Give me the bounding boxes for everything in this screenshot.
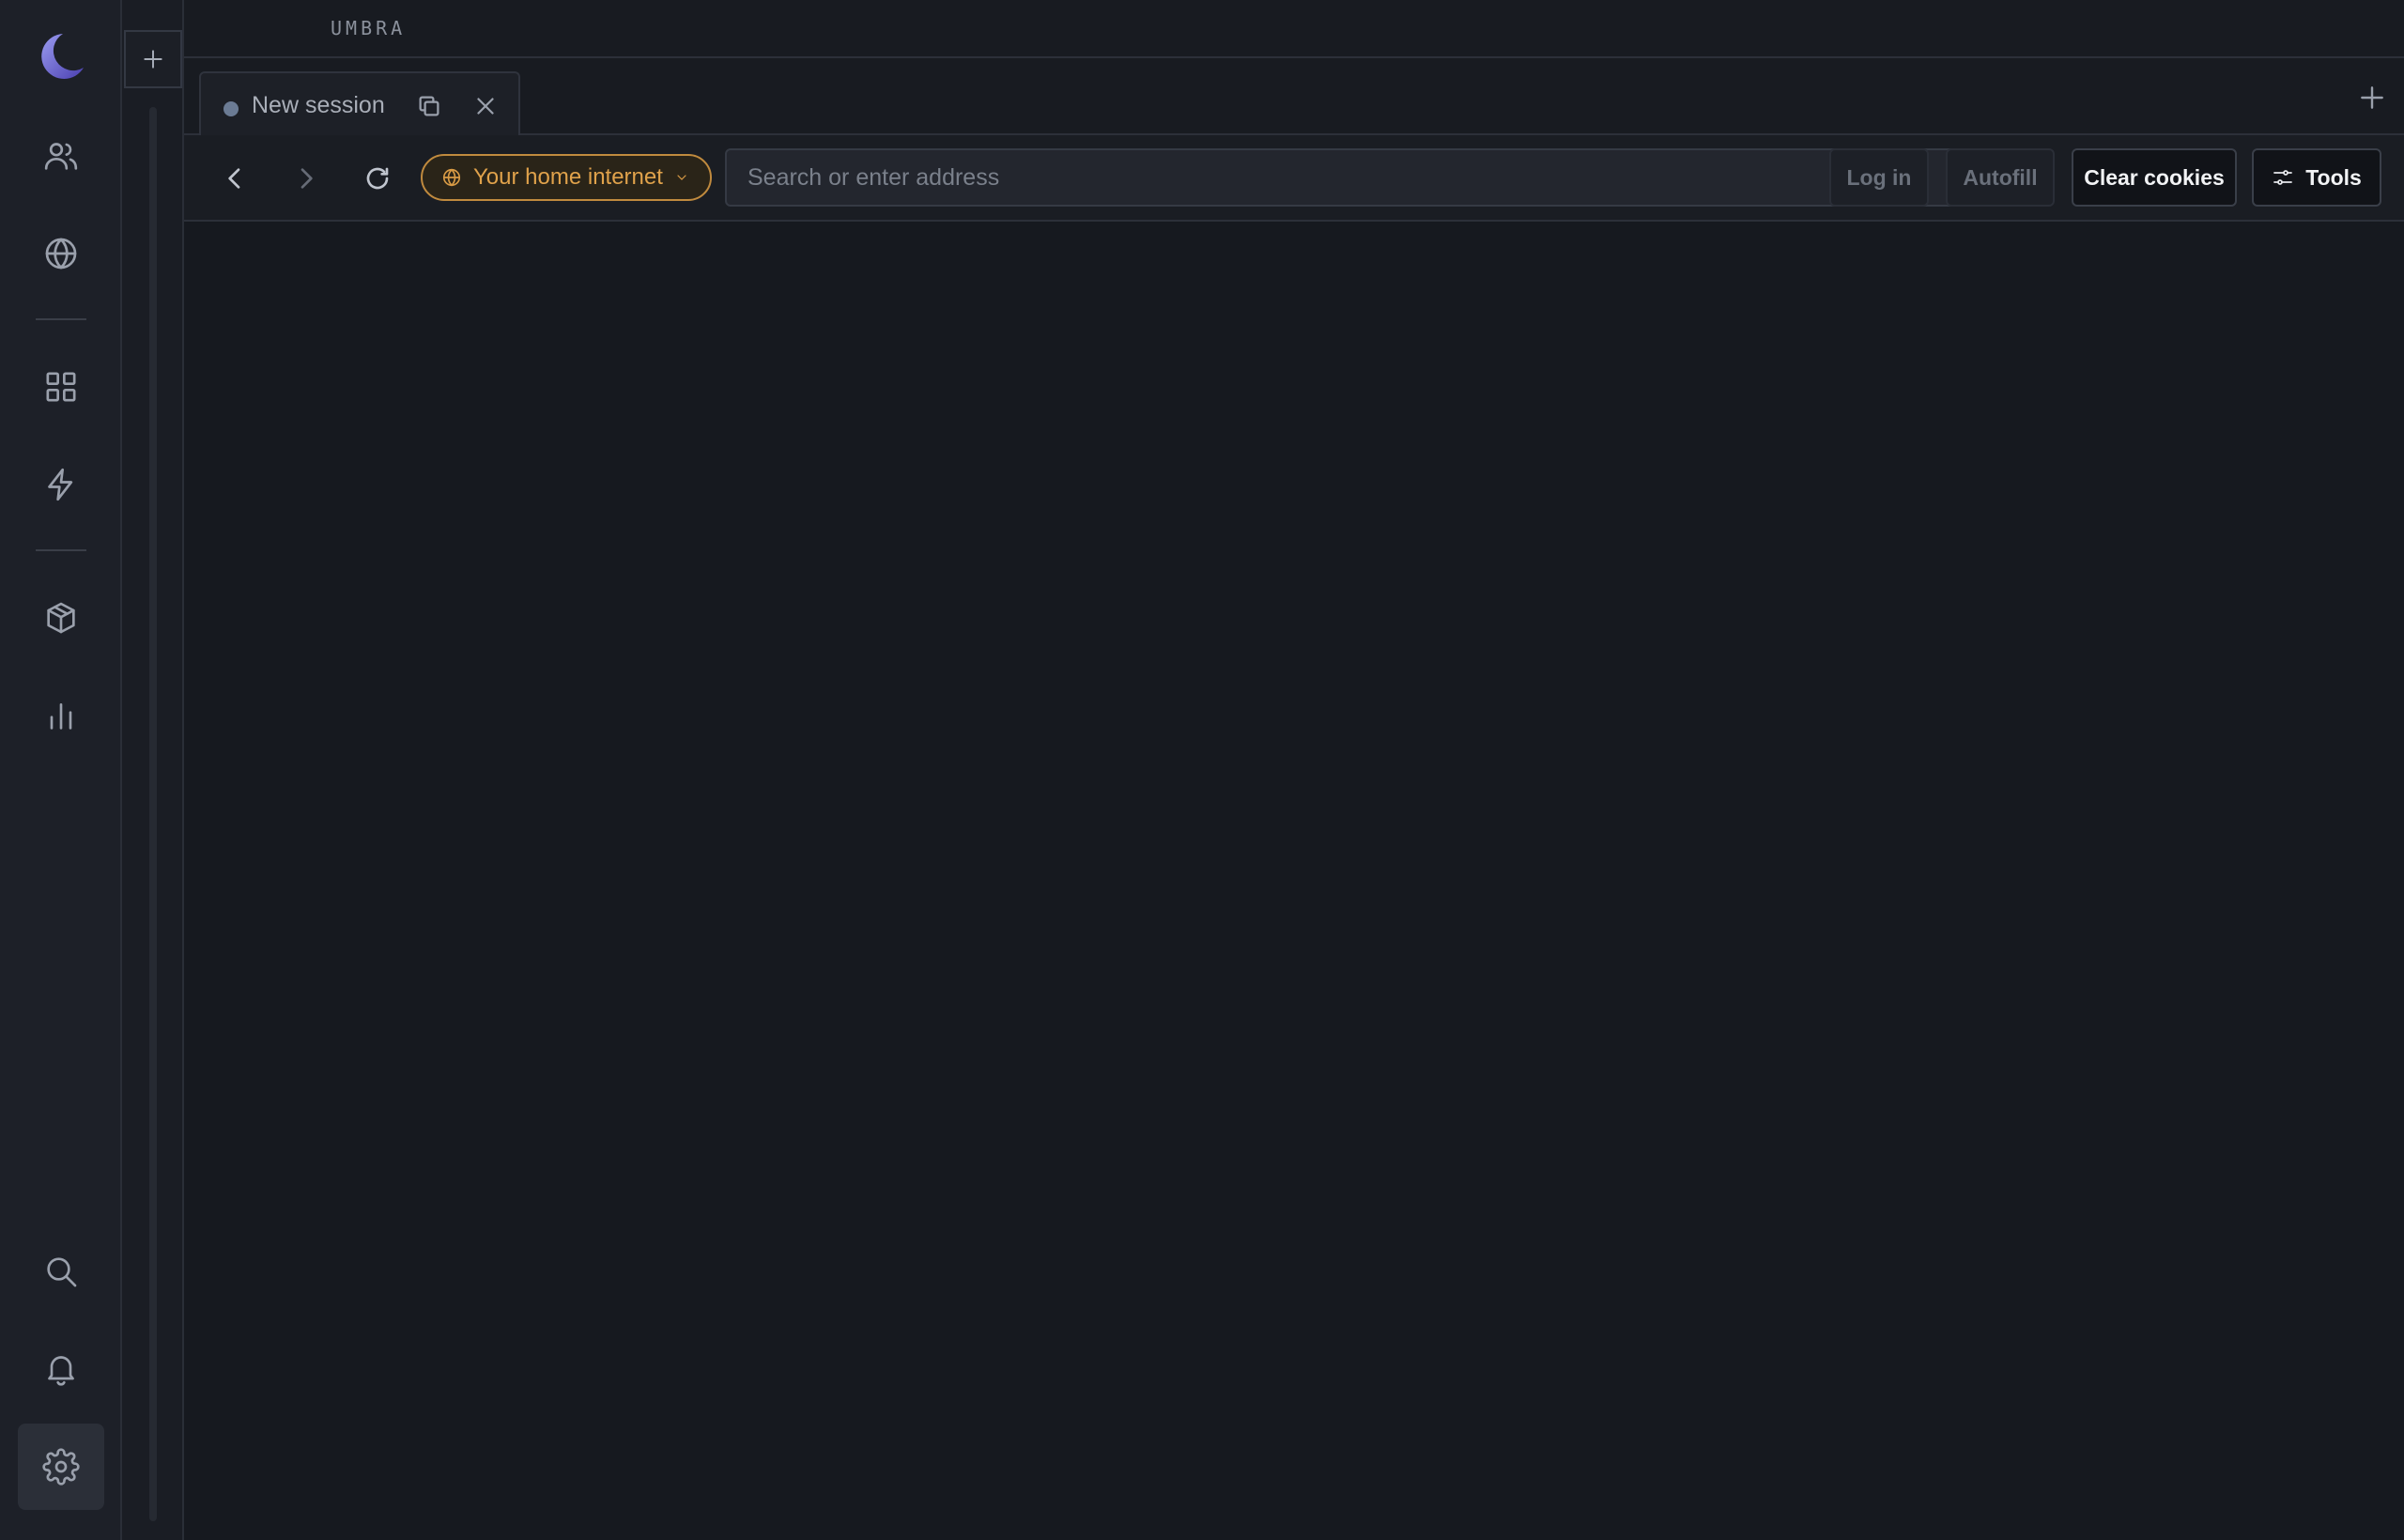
rail-bolt-button[interactable] bbox=[18, 441, 104, 528]
duplicate-tab-button[interactable] bbox=[415, 92, 443, 120]
app-window: UMBRA New session Your home internet Sea… bbox=[0, 0, 2404, 1540]
plus-icon bbox=[2361, 86, 2383, 109]
gear-icon bbox=[42, 1448, 80, 1486]
reload-icon bbox=[366, 167, 389, 190]
bell-icon bbox=[48, 1356, 74, 1386]
address-input[interactable] bbox=[725, 148, 1998, 207]
close-tab-button[interactable] bbox=[471, 92, 500, 120]
autofill-button[interactable]: Autofill bbox=[1946, 148, 2055, 207]
rail-box-button[interactable] bbox=[18, 575, 104, 661]
add-session-button[interactable] bbox=[124, 30, 182, 88]
rail-globe-button[interactable] bbox=[18, 210, 104, 297]
bolt-icon bbox=[48, 468, 73, 501]
proxy-label: Your home internet bbox=[473, 164, 663, 190]
page-viewport[interactable] bbox=[184, 222, 2404, 1540]
login-button[interactable]: Log in bbox=[1829, 148, 1929, 207]
globe-icon bbox=[442, 168, 461, 187]
tab-strip: New session bbox=[184, 58, 2404, 137]
app-brand: UMBRA bbox=[331, 17, 407, 39]
session-list-panel bbox=[122, 0, 184, 1540]
tab-new-session[interactable]: New session bbox=[199, 71, 520, 137]
forward-button[interactable] bbox=[285, 158, 327, 199]
chevron-left-icon bbox=[228, 168, 240, 189]
rail-divider bbox=[36, 318, 86, 320]
back-button[interactable] bbox=[214, 158, 255, 199]
chevron-right-icon bbox=[300, 168, 313, 189]
clear-cookies-button[interactable]: Clear cookies bbox=[2072, 148, 2237, 207]
brand-bar: UMBRA bbox=[184, 0, 2404, 58]
close-icon bbox=[477, 98, 494, 115]
grid-icon bbox=[46, 372, 76, 402]
people-icon bbox=[44, 143, 78, 170]
new-tab-button[interactable] bbox=[2357, 83, 2387, 113]
copy-icon bbox=[419, 96, 439, 116]
panel-scrollbar[interactable] bbox=[149, 107, 157, 1521]
reload-button[interactable] bbox=[357, 158, 398, 199]
rail-settings-button[interactable] bbox=[18, 1424, 104, 1510]
icon-rail bbox=[0, 0, 122, 1540]
box-icon bbox=[47, 602, 75, 634]
bar-chart-icon bbox=[50, 703, 72, 730]
rail-analytics-button[interactable] bbox=[18, 672, 104, 759]
tools-button[interactable]: Tools bbox=[2252, 148, 2381, 207]
tab-status-dot bbox=[223, 101, 239, 116]
search-icon bbox=[47, 1257, 77, 1287]
plus-icon bbox=[144, 50, 162, 69]
rail-divider bbox=[36, 549, 86, 551]
tools-label: Tools bbox=[2305, 164, 2362, 190]
sliders-icon bbox=[2273, 170, 2293, 185]
browser-toolbar: Your home internet Log in Autofill Clear… bbox=[184, 135, 2404, 222]
proxy-selector[interactable]: Your home internet bbox=[421, 154, 712, 201]
rail-search-button[interactable] bbox=[18, 1228, 104, 1315]
rail-people-button[interactable] bbox=[18, 113, 104, 199]
moon-logo-icon[interactable] bbox=[31, 26, 91, 86]
chevron-down-icon bbox=[677, 175, 686, 180]
rail-notifications-button[interactable] bbox=[18, 1326, 104, 1412]
globe-icon bbox=[45, 238, 77, 270]
tab-label: New session bbox=[252, 92, 385, 118]
rail-grid-button[interactable] bbox=[18, 344, 104, 430]
